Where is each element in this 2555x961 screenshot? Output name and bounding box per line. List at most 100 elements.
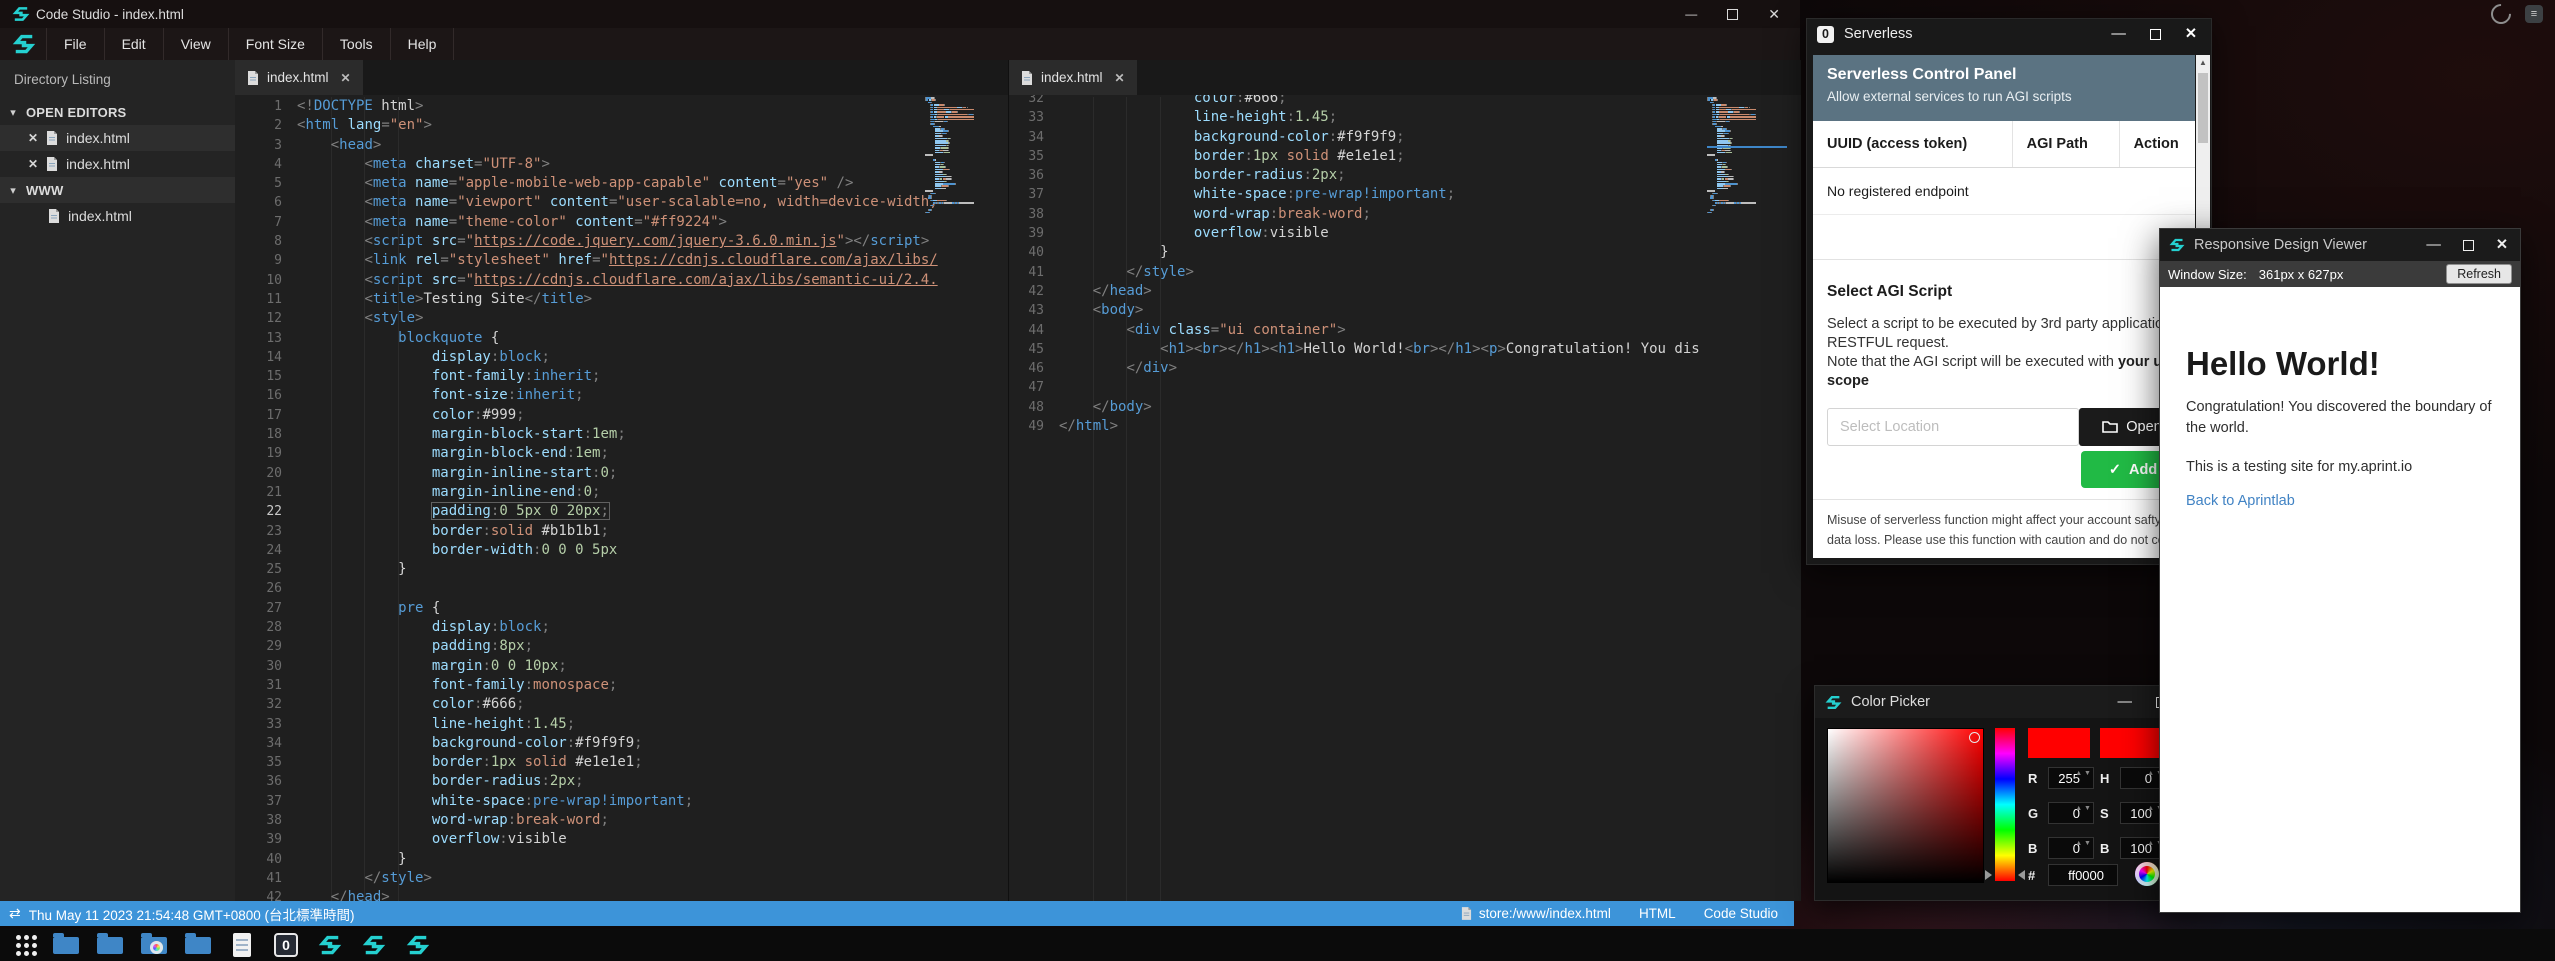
line-number: 36 xyxy=(1009,166,1059,185)
close-tab-icon[interactable]: ✕ xyxy=(341,71,351,85)
folder-icon xyxy=(185,937,211,954)
taskbar-code-studio-2[interactable] xyxy=(359,930,389,960)
window-titlebar: Code Studio - index.html — ✕ xyxy=(0,0,1800,28)
page-paragraph: Congratulation! You discovered the bound… xyxy=(2186,397,2498,439)
stepper-icon[interactable]: ▲ ▼ xyxy=(2075,769,2091,778)
preview-page: Hello World! Congratulation! You discove… xyxy=(2160,287,2520,912)
sync-arrows-icon[interactable]: ⇄ xyxy=(9,905,21,922)
saturation-value-field[interactable] xyxy=(1827,728,1984,883)
close-tab-icon[interactable]: ✕ xyxy=(1115,71,1125,85)
taskbar-code-studio-1[interactable] xyxy=(315,930,345,960)
scroll-thumb[interactable] xyxy=(2198,73,2208,143)
menu-box-icon[interactable]: ≡ xyxy=(2525,5,2543,23)
line-number: 32 xyxy=(1009,95,1059,108)
line-number: 18 xyxy=(235,425,297,444)
taskbar-serverless-app[interactable]: 0 xyxy=(271,930,301,960)
indent-guide xyxy=(1160,97,1161,901)
input-placeholder: Select Location xyxy=(1840,419,1939,435)
minimize-icon[interactable]: — xyxy=(2118,694,2133,710)
sidebar-section-open-editors[interactable]: ▾OPEN EDITORS xyxy=(0,99,235,125)
code-line: 31 font-family:monospace; xyxy=(235,676,920,695)
section-label: WWW xyxy=(26,183,63,198)
warning-text-line1: Misuse of serverless function might affe… xyxy=(1827,513,2195,527)
sidebar-item-index-html[interactable]: ✕index.html xyxy=(0,151,235,177)
refresh-button[interactable]: Refresh xyxy=(2446,264,2512,284)
sidebar: Directory Listing ▾OPEN EDITORS✕index.ht… xyxy=(0,60,235,901)
close-file-icon[interactable]: ✕ xyxy=(28,131,38,145)
sidebar-section-www[interactable]: ▾WWW xyxy=(0,177,235,203)
taskbar-folder-3[interactable] xyxy=(183,930,213,960)
line-number: 39 xyxy=(235,830,297,849)
divider xyxy=(1813,499,2195,500)
field-value-input[interactable]: 255▲ ▼ xyxy=(2048,767,2094,789)
close-file-icon[interactable]: ✕ xyxy=(28,157,38,171)
taskbar-folder-disc[interactable] xyxy=(139,930,169,960)
hex-label: # xyxy=(2028,868,2042,883)
code-line: 27 pre { xyxy=(235,599,920,618)
menu-item-view[interactable]: View xyxy=(163,28,228,60)
sidebar-item-index-html[interactable]: ✕index.html xyxy=(0,125,235,151)
menu-item-tools[interactable]: Tools xyxy=(322,28,390,60)
menu-item-file[interactable]: File xyxy=(46,28,104,60)
taskbar-folder-1[interactable] xyxy=(51,930,81,960)
close-icon[interactable]: ✕ xyxy=(2185,26,2197,42)
sidebar-item-index-html[interactable]: ✕index.html xyxy=(0,203,235,229)
serverless-panel-header: Serverless Control Panel Allow external … xyxy=(1813,55,2195,121)
menu-item-edit[interactable]: Edit xyxy=(104,28,163,60)
line-number: 5 xyxy=(235,174,297,193)
maximize-icon[interactable] xyxy=(1727,9,1738,20)
loading-ring-icon[interactable] xyxy=(2487,0,2515,28)
status-language[interactable]: HTML xyxy=(1639,906,1676,921)
field-value-input[interactable]: 0▲ ▼ xyxy=(2048,837,2094,859)
code-line: 47 xyxy=(1009,378,1702,397)
hue-marker-right-icon[interactable] xyxy=(2018,870,2025,880)
color-wheel-icon[interactable] xyxy=(2135,862,2159,886)
menu-item-font-size[interactable]: Font Size xyxy=(228,28,322,60)
status-file-path[interactable]: store:/www/index.html xyxy=(1479,906,1611,921)
line-number: 45 xyxy=(1009,340,1059,359)
line-number: 10 xyxy=(235,271,297,290)
minimize-icon[interactable]: — xyxy=(1685,8,1697,20)
code-area[interactable]: 32 color:#666;33 line-height:1.45;34 bac… xyxy=(1009,95,1801,901)
script-location-input[interactable]: Select Location xyxy=(1827,408,2079,446)
tab-index-html[interactable]: index.html✕ xyxy=(235,60,363,95)
minimap[interactable] xyxy=(1707,97,1787,219)
stepper-icon[interactable]: ▲ ▼ xyxy=(2075,839,2091,848)
code-studio-logo-icon xyxy=(1825,694,1842,711)
line-number: 29 xyxy=(235,637,297,656)
code-area[interactable]: 1<!DOCTYPE html>2<html lang="en">3 <head… xyxy=(235,95,1008,901)
taskbar-code-studio-3[interactable] xyxy=(403,930,433,960)
scroll-up-icon[interactable]: ▲ xyxy=(2196,55,2210,67)
code-line: 29 padding:8px; xyxy=(235,637,920,656)
indent-guide xyxy=(1126,97,1127,901)
taskbar-document[interactable] xyxy=(227,930,257,960)
serverless-app-icon: 0 xyxy=(1817,26,1834,43)
maximize-icon[interactable] xyxy=(2463,240,2474,251)
hex-input[interactable]: ff0000 xyxy=(2048,864,2118,886)
line-number: 3 xyxy=(235,136,297,155)
tab-index-html[interactable]: index.html✕ xyxy=(1009,60,1137,95)
code-line: 20 margin-inline-start:0; xyxy=(235,464,920,483)
field-value-input[interactable]: 0▲ ▼ xyxy=(2048,802,2094,824)
minimap[interactable] xyxy=(925,97,1003,219)
stepper-icon[interactable]: ▲ ▼ xyxy=(2075,804,2091,813)
line-number: 31 xyxy=(235,676,297,695)
taskbar-folder-2[interactable] xyxy=(95,930,125,960)
code-line: 37 white-space:pre-wrap!important; xyxy=(1009,185,1702,204)
line-number: 41 xyxy=(1009,263,1059,282)
color-swatch-current xyxy=(2028,728,2090,758)
window-size-value: 361px x 627px xyxy=(2259,267,2344,282)
hue-marker-left-icon[interactable] xyxy=(1985,870,1992,880)
page-link[interactable]: Back to Aprintlab xyxy=(2186,493,2295,509)
menu-item-help[interactable]: Help xyxy=(390,28,455,60)
divider xyxy=(1813,259,2195,260)
maximize-icon[interactable] xyxy=(2150,29,2161,40)
minimize-icon[interactable]: — xyxy=(2111,26,2126,42)
serverless-titlebar: 0 Serverless — ✕ xyxy=(1807,19,2211,49)
close-icon[interactable]: ✕ xyxy=(2496,237,2508,253)
close-icon[interactable]: ✕ xyxy=(1768,8,1780,20)
taskbar-app-grid[interactable] xyxy=(16,935,37,956)
minimize-icon[interactable]: — xyxy=(2426,237,2441,253)
line-number: 27 xyxy=(235,599,297,618)
hue-slider[interactable] xyxy=(1995,728,2015,881)
